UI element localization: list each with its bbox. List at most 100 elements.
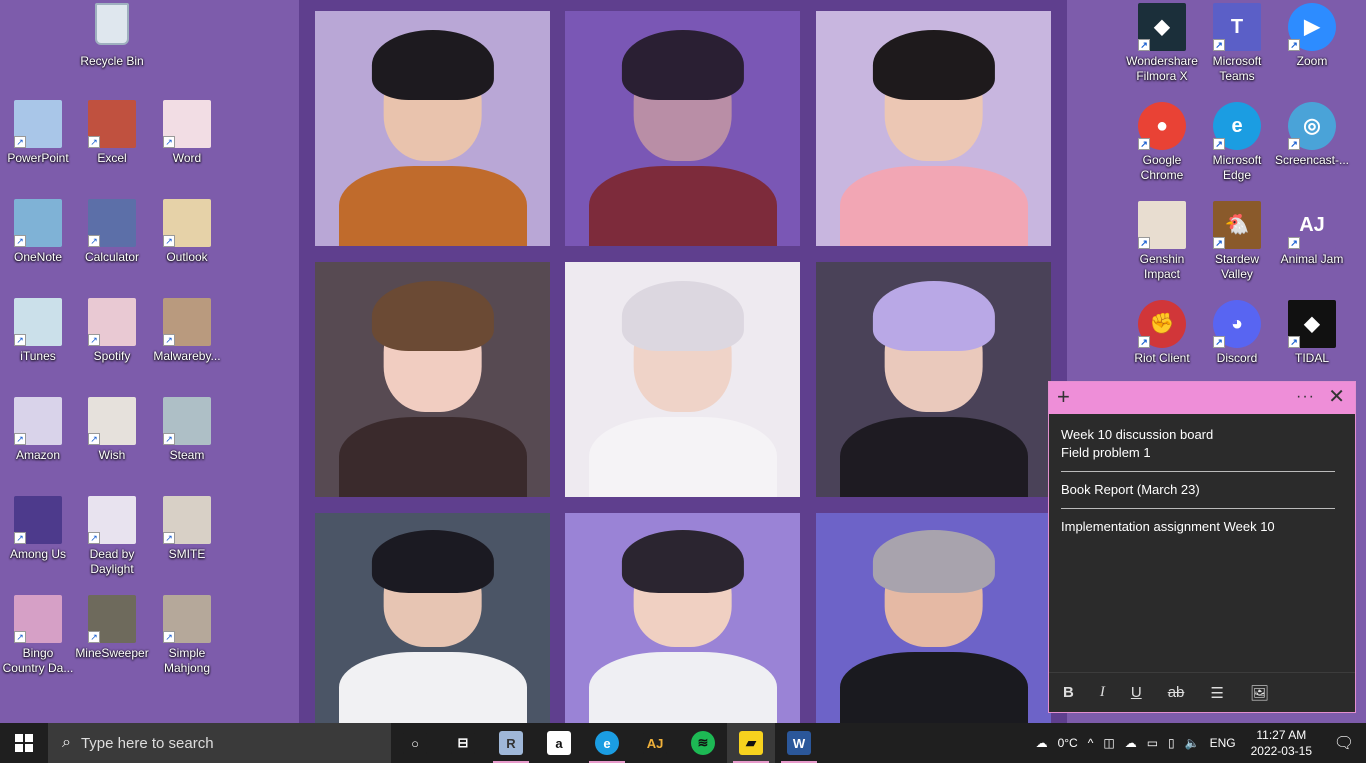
desktop-icon[interactable]: ↗ OneNote (0, 199, 76, 265)
taskbar-sticky-notes-button[interactable]: ▰ (727, 723, 775, 763)
taskbar-spotify-button[interactable]: ≋ (679, 723, 727, 763)
desktop-icon-label: Screencast-... (1274, 153, 1350, 167)
strikethrough-button[interactable]: ab (1168, 684, 1185, 701)
desktop-icon[interactable]: ◆ ↗ Wondershare Filmora X (1124, 3, 1200, 84)
desktop-icon[interactable]: ↗ Simple Mahjong (149, 595, 225, 676)
onedrive-icon[interactable]: ☁ (1120, 736, 1142, 750)
add-image-button[interactable]: 🖼 (1250, 684, 1269, 702)
taskbar-user-button[interactable]: R (487, 723, 535, 763)
desktop-icon-label: Zoom (1296, 54, 1328, 68)
desktop-icon[interactable]: ↗ Bingo Country Da... (0, 595, 76, 676)
battery-icon[interactable]: ▯ (1163, 736, 1180, 750)
show-hidden-icons-button[interactable]: ^ (1083, 736, 1099, 750)
taskbar-edge-button[interactable]: e (583, 723, 631, 763)
desktop-icon[interactable]: AJ ↗ Animal Jam (1274, 201, 1350, 267)
word-shortcut-icon: ↗ (163, 100, 211, 148)
desktop-icon[interactable]: ▶ ↗ Zoom (1274, 3, 1350, 69)
desktop-icon[interactable]: e ↗ Microsoft Edge (1199, 102, 1275, 183)
among-us-shortcut-icon: ↗ (14, 496, 62, 544)
volume-icon[interactable]: 🔈 (1180, 736, 1205, 750)
underline-button[interactable]: U (1131, 684, 1142, 701)
taskbar-animal-jam-button[interactable]: AJ (631, 723, 679, 763)
desktop-icon[interactable]: Recycle Bin (74, 3, 150, 69)
shortcut-arrow-icon: ↗ (1288, 138, 1300, 150)
desktop-icon[interactable]: 🐔 ↗ Stardew Valley (1199, 201, 1275, 282)
riot-client-icon: ✊ ↗ (1138, 300, 1186, 348)
note-line[interactable]: Book Report (March 23) (1061, 481, 1343, 499)
meet-now-icon[interactable]: ◫ (1098, 736, 1119, 750)
weather-temperature[interactable]: 0°C (1053, 736, 1083, 750)
shortcut-arrow-icon: ↗ (14, 631, 26, 643)
desktop-icon[interactable]: ● ↗ Google Chrome (1124, 102, 1200, 183)
desktop-icon[interactable]: ↗ Excel (74, 100, 150, 166)
desktop-icon[interactable]: ↗ Dead by Daylight (74, 496, 150, 577)
desktop-icon[interactable]: ↗ SMITE (149, 496, 225, 562)
desktop-icon[interactable]: ↗ Genshin Impact (1124, 201, 1200, 282)
note-line[interactable]: Field problem 1 (1061, 444, 1343, 462)
bullet-list-button[interactable]: ☰ (1210, 684, 1223, 702)
amazon-shortcut-icon: ↗ (14, 397, 62, 445)
search-input[interactable]: ⌕ Type here to search (48, 723, 391, 763)
notification-center-icon[interactable]: 🗨 (1322, 723, 1366, 763)
clock-time: 11:27 AM (1256, 728, 1307, 742)
desktop-icon[interactable]: ✊ ↗ Riot Client (1124, 300, 1200, 366)
taskbar-task-view-button[interactable]: ○ (391, 723, 439, 763)
desktop-icon[interactable]: ↗ Spotify (74, 298, 150, 364)
note-line[interactable]: Implementation assignment Week 10 (1061, 518, 1343, 536)
wallpaper-photo (565, 262, 800, 497)
edge-icon: e (595, 731, 619, 755)
language-indicator[interactable]: ENG (1205, 736, 1241, 750)
desktop-icon[interactable]: ↗ Steam (149, 397, 225, 463)
desktop-icon-label: MineSweeper (75, 646, 149, 660)
desktop-icon[interactable]: ↗ Among Us (0, 496, 76, 562)
shortcut-arrow-icon: ↗ (88, 136, 100, 148)
desktop-icon[interactable]: ◎ ↗ Screencast-... (1274, 102, 1350, 168)
weather-icon[interactable]: ☁ (1031, 736, 1053, 750)
shortcut-arrow-icon: ↗ (1288, 336, 1300, 348)
close-note-button[interactable]: ✕ (1328, 386, 1345, 408)
shortcut-arrow-icon: ↗ (88, 433, 100, 445)
note-line[interactable]: Week 10 discussion board (1061, 426, 1343, 444)
desktop-icon[interactable]: ↗ Word (149, 100, 225, 166)
desktop-icon[interactable]: ↗ Outlook (149, 199, 225, 265)
more-options-button[interactable]: ··· (1296, 388, 1315, 406)
desktop-icon[interactable]: ↗ iTunes (0, 298, 76, 364)
taskbar-apps: ○ ⊟ Ra e AJ ≋ ▰ W (391, 723, 823, 763)
desktop-icon[interactable]: ↗ Amazon (0, 397, 76, 463)
sticky-note-text[interactable]: Week 10 discussion board Field problem 1… (1049, 414, 1355, 536)
shortcut-arrow-icon: ↗ (14, 235, 26, 247)
taskbar-word-button[interactable]: W (775, 723, 823, 763)
desktop-icon[interactable]: ↗ MineSweeper (74, 595, 150, 661)
bold-button[interactable]: B (1063, 684, 1074, 701)
desktop-icon-label: Amazon (15, 448, 61, 462)
taskbar-amazon-button[interactable]: a (535, 723, 583, 763)
wallpaper-photo (315, 11, 550, 246)
desktop-icon-label: Steam (169, 448, 205, 462)
desktop-icon[interactable]: ↗ Malwareby... (149, 298, 225, 364)
sticky-note-header[interactable]: + ··· ✕ (1049, 382, 1355, 414)
desktop-icon[interactable]: ↗ Wish (74, 397, 150, 463)
desktop-icon-label: Simple Mahjong (163, 646, 211, 675)
clock[interactable]: 11:27 AM 2022-03-15 (1241, 727, 1322, 759)
desktop-icon-label: Google Chrome (1140, 153, 1184, 182)
desktop-icon[interactable]: ↗ PowerPoint (0, 100, 76, 166)
stardew-valley-icon: 🐔 ↗ (1213, 201, 1261, 249)
network-icon[interactable]: ▭ (1142, 736, 1163, 750)
taskbar-widgets-button[interactable]: ⊟ (439, 723, 487, 763)
desktop-icon[interactable]: T ↗ Microsoft Teams (1199, 3, 1275, 84)
desktop-icon-label: Outlook (166, 250, 208, 264)
wish-shortcut-icon: ↗ (88, 397, 136, 445)
desktop-icon[interactable]: ◕ ↗ Discord (1199, 300, 1275, 366)
italic-button[interactable]: I (1100, 684, 1105, 701)
start-button[interactable] (0, 723, 48, 763)
sticky-note-window[interactable]: + ··· ✕ Week 10 discussion board Field p… (1048, 381, 1356, 713)
wallpaper-photo (565, 513, 800, 723)
desktop-icon[interactable]: ↗ Calculator (74, 199, 150, 265)
desktop-icon[interactable]: ◆ ↗ TIDAL (1274, 300, 1350, 366)
outlook-shortcut-icon: ↗ (163, 199, 211, 247)
mahjong-shortcut-icon: ↗ (163, 595, 211, 643)
animal-jam-icon: AJ ↗ (1288, 201, 1336, 249)
divider (1061, 471, 1335, 472)
zoom-icon: ▶ ↗ (1288, 3, 1336, 51)
new-note-button[interactable]: + (1057, 386, 1070, 408)
